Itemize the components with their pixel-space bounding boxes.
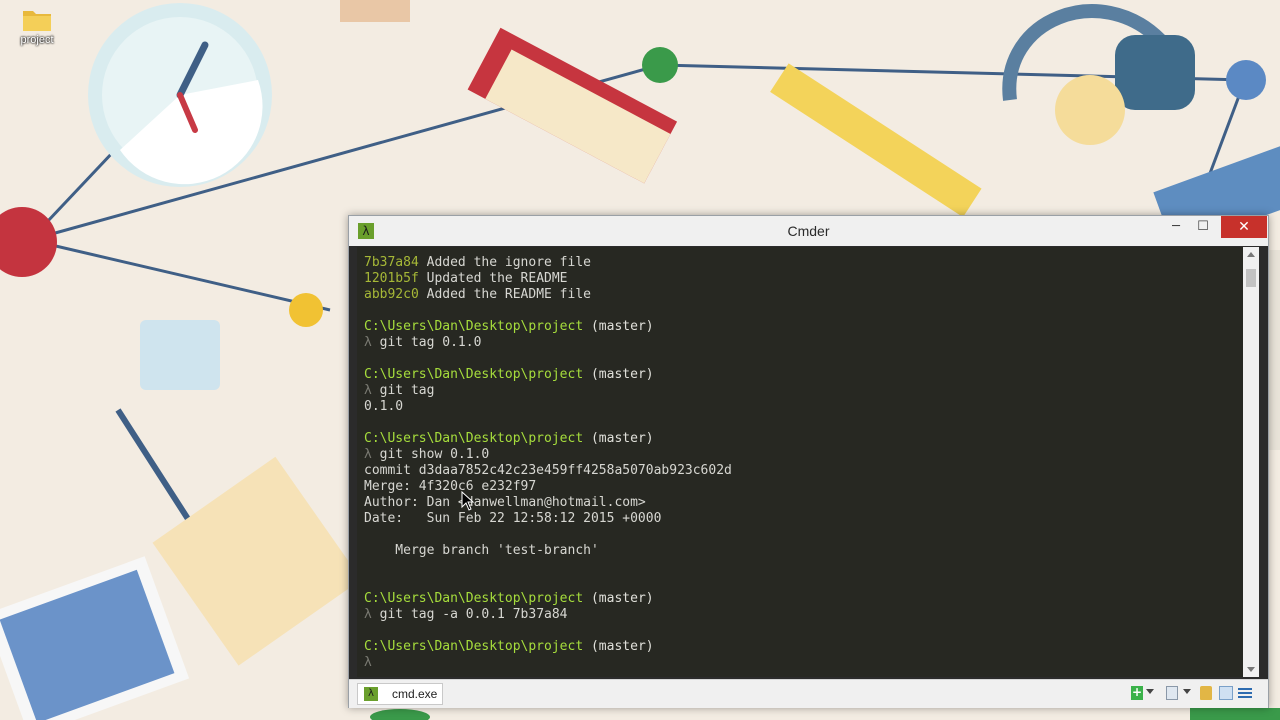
prompt-path: C:\Users\Dan\Desktop\project (master) (364, 367, 654, 382)
prompt-path: C:\Users\Dan\Desktop\project (master) (364, 319, 654, 334)
minimize-button[interactable]: ─ (1163, 216, 1189, 238)
desktop-icon-project[interactable]: project (8, 6, 66, 46)
scroll-down-arrow-icon[interactable] (1247, 667, 1255, 672)
scroll-up-arrow-icon[interactable] (1247, 252, 1255, 257)
chevron-down-icon[interactable] (1146, 689, 1154, 694)
lock-icon[interactable] (1200, 686, 1212, 700)
command-line: λ git tag -a 0.0.1 7b37a84 (364, 607, 568, 622)
desktop-icon-label: project (20, 34, 54, 46)
prompt-path: C:\Users\Dan\Desktop\project (master) (364, 431, 654, 446)
status-bar: λ cmd.exe + (349, 679, 1268, 708)
console-output[interactable]: 7b37a84 Added the ignore file 1201b5f Up… (357, 247, 1243, 677)
folder-icon (22, 6, 52, 32)
title-bar[interactable]: λ Cmder ─ ☐ ✕ (349, 216, 1268, 246)
close-button[interactable]: ✕ (1221, 216, 1267, 238)
console-line: Date: Sun Feb 22 12:58:12 2015 +0000 (364, 511, 662, 526)
console-line: Merge branch 'test-branch' (364, 543, 599, 558)
window-title: Cmder (787, 223, 830, 239)
prompt-path: C:\Users\Dan\Desktop\project (master) (364, 591, 654, 606)
command-line: λ git show 0.1.0 (364, 447, 490, 462)
command-line: λ git tag (364, 383, 435, 398)
command-input-line[interactable]: λ (364, 655, 372, 671)
chevron-down-icon[interactable] (1183, 689, 1191, 694)
console-line: 7b37a84 Added the ignore file (364, 255, 591, 270)
split-view-icon[interactable] (1219, 686, 1233, 700)
console-line: 1201b5f Updated the README (364, 271, 568, 286)
window-view-icon[interactable] (1166, 686, 1178, 700)
console-line: Author: Dan <danwellman@hotmail.com> (364, 495, 646, 510)
prompt-path: C:\Users\Dan\Desktop\project (master) (364, 639, 654, 654)
menu-icon[interactable] (1238, 686, 1252, 700)
command-line: λ git tag 0.1.0 (364, 335, 482, 350)
console-tab[interactable]: λ cmd.exe (357, 683, 443, 705)
console-line: Merge: 4f320c6 e232f97 (364, 479, 537, 494)
cmder-window: λ Cmder ─ ☐ ✕ 7b37a84 Added the ignore f… (348, 215, 1269, 708)
lambda-icon: λ (364, 687, 378, 701)
scroll-thumb[interactable] (1246, 269, 1256, 287)
commit-line: commit d3daa7852c42c23e459ff4258a5070ab9… (364, 463, 732, 478)
console-line: 0.1.0 (364, 399, 404, 414)
vertical-scrollbar[interactable] (1243, 247, 1259, 677)
tab-label: cmd.exe (392, 687, 438, 701)
maximize-button[interactable]: ☐ (1189, 216, 1217, 238)
console-line: abb92c0 Added the README file (364, 287, 591, 302)
mouse-cursor-icon (461, 491, 475, 511)
new-console-icon[interactable]: + (1131, 686, 1143, 700)
